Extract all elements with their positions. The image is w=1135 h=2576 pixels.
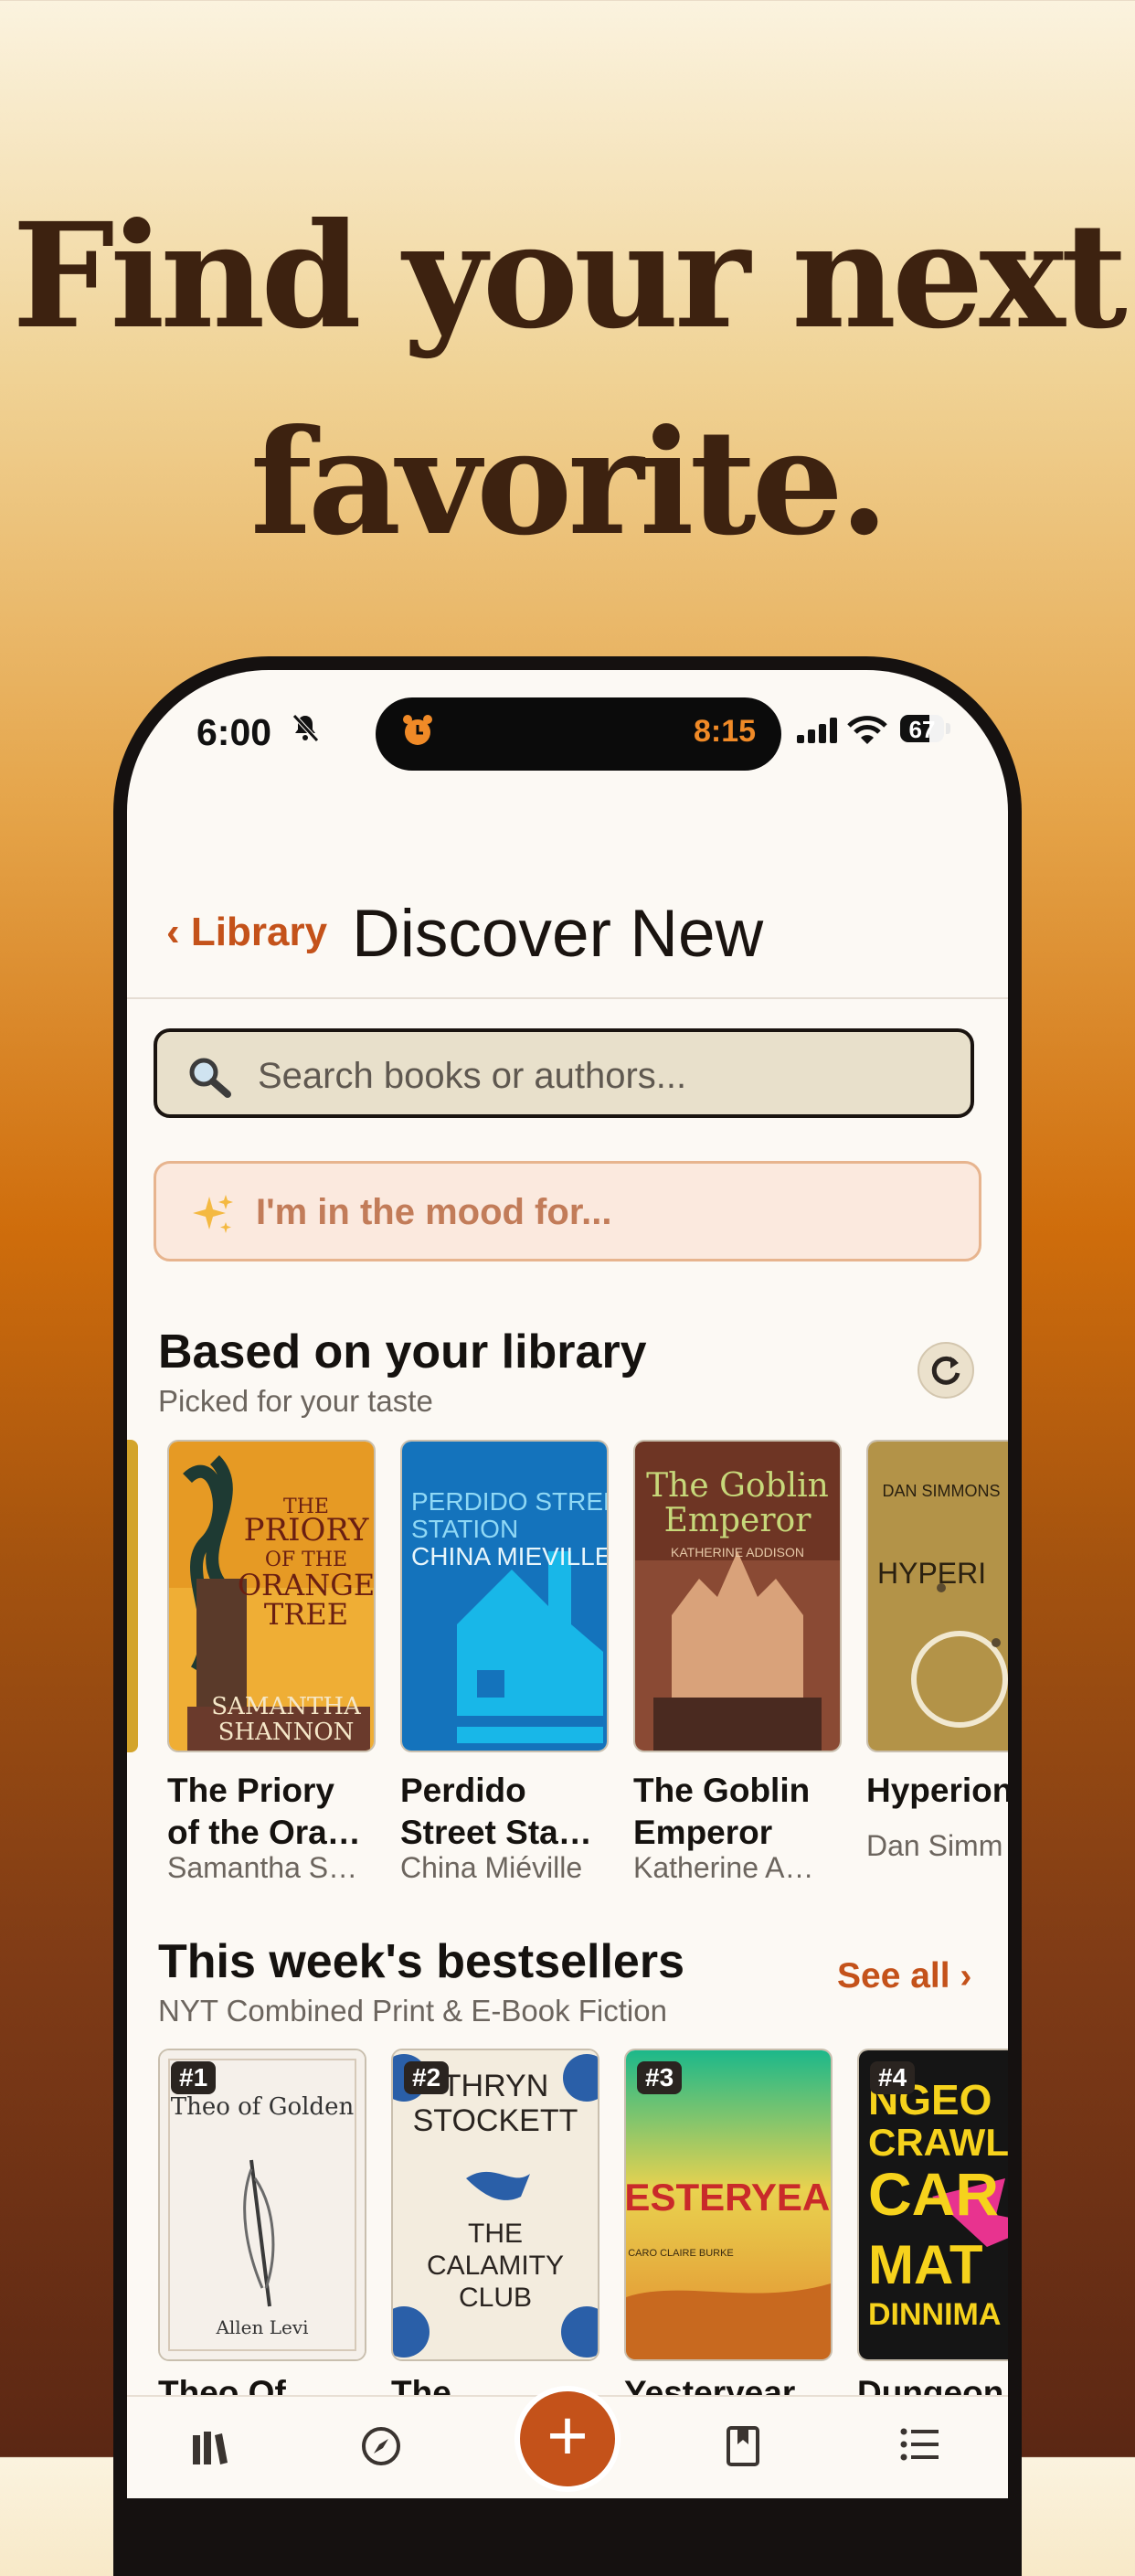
search-input[interactable]: Search books or authors... xyxy=(154,1028,974,1118)
phone-screen: 6:00 8:15 67 ‹ Library Discover New Sear… xyxy=(127,670,1008,2498)
section-subtitle-bestsellers: NYT Combined Print & E-Book Fiction xyxy=(158,1994,667,2028)
cover-text: STOCKETT xyxy=(413,2103,578,2138)
cover-text: SAMANTHA xyxy=(211,1693,362,1720)
cover-text: DINNIMA xyxy=(868,2297,1001,2332)
book-cover[interactable]: Theo of Golden Allen Levi xyxy=(158,2049,366,2361)
cover-text: MAT xyxy=(868,2234,983,2295)
rank-badge: #3 xyxy=(637,2061,683,2094)
book-cover[interactable]: DAN SIMMONS HYPERI xyxy=(866,1440,1008,1752)
headline-line-2: favorite. xyxy=(249,399,889,568)
partial-book-cover[interactable] xyxy=(127,1440,138,1752)
book-author: China Miéville xyxy=(400,1851,583,1884)
cover-text: HYPERI xyxy=(877,1557,986,1590)
page-title: Discover New xyxy=(352,897,764,971)
refresh-button[interactable] xyxy=(918,1342,974,1399)
battery-tip xyxy=(946,723,950,734)
cover-text: CAR xyxy=(868,2160,999,2228)
list-icon[interactable] xyxy=(900,2428,940,2461)
library-icon[interactable] xyxy=(191,2428,231,2464)
book-title[interactable]: The Goblin Emperor xyxy=(633,1770,810,1854)
cover-text: THRYN xyxy=(442,2069,549,2103)
wifi-icon xyxy=(847,716,887,744)
headline-line-1: Find your next xyxy=(12,192,1127,361)
cover-text: THE xyxy=(468,2219,523,2249)
compass-icon[interactable] xyxy=(361,2426,401,2466)
cover-text: YESTERYEAR xyxy=(626,2176,831,2219)
bell-slash-icon xyxy=(292,714,319,742)
cover-text: CARO CLAIRE BURKE xyxy=(628,2248,734,2259)
cover-text: Allen Levi xyxy=(215,2316,308,2338)
cover-text: CHINA MIEVILLE xyxy=(411,1542,607,1570)
book-cover[interactable]: The Goblin Emperor KATHERINE ADDISON xyxy=(633,1440,842,1752)
cover-text: CALAMITY xyxy=(427,2251,564,2281)
bookmark-icon[interactable] xyxy=(725,2424,761,2466)
section-title-library: Based on your library xyxy=(158,1325,647,1378)
status-time: 6:00 xyxy=(196,711,272,753)
book-title[interactable]: Perdido Street Sta… xyxy=(400,1770,592,1854)
cover-text: TREE xyxy=(264,1597,348,1632)
island-time: 8:15 xyxy=(694,714,757,749)
rank-badge: #1 xyxy=(171,2061,217,2094)
cover-text: SHANNON xyxy=(218,1719,355,1746)
add-button[interactable]: + xyxy=(514,2386,621,2492)
book-cover[interactable]: NGEO CRAWL CAR MAT DINNIMA xyxy=(857,2049,1008,2361)
see-all-link[interactable]: See all › xyxy=(837,1956,971,1996)
cover-text: KATHERINE ADDISON xyxy=(671,1545,804,1559)
section-title-bestsellers: This week's bestsellers xyxy=(158,1935,685,1988)
refresh-icon xyxy=(931,1356,960,1385)
section-subtitle-library: Picked for your taste xyxy=(158,1384,433,1418)
cover-text: The Goblin xyxy=(646,1467,829,1505)
cover-text: PERDIDO STREET xyxy=(411,1487,607,1516)
book-author: Dan Simm xyxy=(866,1829,1003,1862)
book-title[interactable]: The Priory of the Ora… xyxy=(167,1770,361,1854)
book-author: Samantha S… xyxy=(167,1851,358,1884)
mood-button[interactable]: I'm in the mood for... xyxy=(154,1161,981,1261)
rank-badge: #2 xyxy=(404,2061,450,2094)
book-cover[interactable]: YESTERYEAR CARO CLAIRE BURKE xyxy=(624,2049,833,2361)
rank-badge: #4 xyxy=(870,2061,916,2094)
book-author: Katherine A… xyxy=(633,1851,814,1884)
back-button[interactable]: ‹ Library xyxy=(166,910,327,955)
cover-text: CLUB xyxy=(459,2283,532,2313)
book-cover[interactable]: THRYN STOCKETT THE CALAMITY CLUB xyxy=(391,2049,599,2361)
book-cover[interactable]: THE PRIORY OF THE ORANGE TREE SAMANTHA S… xyxy=(167,1440,376,1752)
divider xyxy=(127,997,1008,999)
sparkles-icon xyxy=(193,1195,233,1233)
add-icon: + xyxy=(546,2395,589,2475)
cover-text: STATION xyxy=(411,1515,518,1543)
search-placeholder: Search books or authors... xyxy=(258,1056,687,1096)
cellular-signal-icon xyxy=(797,718,837,743)
cover-text: Theo of Golden xyxy=(171,2093,355,2121)
cover-text: Emperor xyxy=(664,1502,812,1539)
battery-icon: 67 xyxy=(900,715,944,742)
battery-level: 67 xyxy=(908,716,936,742)
cover-text: PRIORY xyxy=(244,1512,369,1549)
magnifier-icon xyxy=(189,1058,231,1098)
book-title[interactable]: Hyperion xyxy=(866,1770,1008,1812)
alarm-clock-icon xyxy=(403,715,432,745)
cover-text: DAN SIMMONS xyxy=(882,1482,1000,1500)
cover-text: CRAWL xyxy=(868,2121,1008,2164)
headline: Find your next favorite. xyxy=(0,174,1135,587)
book-cover[interactable]: PERDIDO STREET STATION CHINA MIEVILLE xyxy=(400,1440,609,1752)
mood-label: I'm in the mood for... xyxy=(256,1192,612,1232)
